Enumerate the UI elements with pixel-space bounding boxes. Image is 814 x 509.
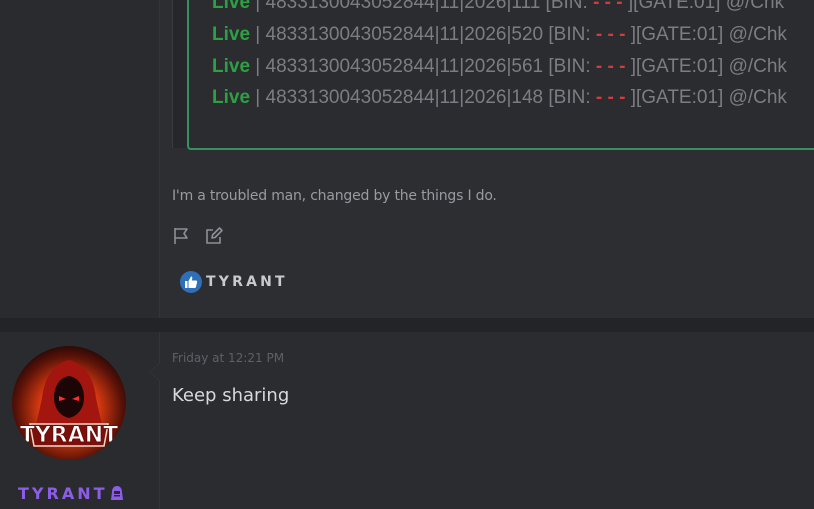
code-text: | 4833130043052844|11|2026|561 [BIN: bbox=[250, 56, 596, 77]
post-message: Keep sharing bbox=[172, 385, 290, 406]
code-line: Live | 4833130043052844|11|2026|148 [BIN… bbox=[212, 87, 787, 109]
flag-icon bbox=[174, 228, 188, 244]
avatar-logo-text: TYRANT bbox=[20, 423, 118, 448]
reaction-bar[interactable]: TYRANT bbox=[180, 271, 288, 293]
bin-dashes: - - - bbox=[593, 0, 623, 13]
code-line: Live | 4833130043052844|11|2026|111 [BIN… bbox=[212, 0, 784, 14]
code-text: ][GATE:01] @/Chk bbox=[622, 0, 785, 13]
live-status: Live bbox=[212, 24, 251, 45]
hooded-avatar-image: TYRANT bbox=[19, 360, 119, 449]
bin-dashes: - - - bbox=[595, 24, 626, 45]
edit-icon bbox=[206, 227, 223, 244]
edit-button[interactable] bbox=[204, 226, 224, 246]
report-button[interactable] bbox=[172, 226, 192, 246]
post-user-column bbox=[0, 0, 160, 318]
code-line: Live | 4833130043052844|11|2026|561 [BIN… bbox=[212, 56, 787, 78]
code-text: | 4833130043052844|11|2026|111 [BIN: bbox=[250, 0, 594, 13]
code-text: | 4833130043052844|11|2026|520 [BIN: bbox=[250, 24, 596, 45]
post-content: Live | 4833130043052844|11|2026|111 [BIN… bbox=[160, 0, 814, 318]
message-arrow-inner bbox=[150, 363, 160, 381]
user-signature: I'm a troubled man, changed by the thing… bbox=[172, 188, 497, 204]
post-previous: Live | 4833130043052844|11|2026|111 [BIN… bbox=[0, 0, 814, 318]
thumbs-up-icon bbox=[180, 271, 202, 293]
username[interactable]: TYRANT bbox=[18, 484, 125, 503]
live-status: Live bbox=[212, 0, 251, 13]
code-block: Live | 4833130043052844|11|2026|111 [BIN… bbox=[187, 0, 814, 150]
bin-dashes: - - - bbox=[595, 56, 626, 77]
code-line: Live | 4833130043052844|11|2026|520 [BIN… bbox=[212, 24, 787, 46]
live-status: Live bbox=[212, 56, 251, 77]
reaction-user[interactable]: TYRANT bbox=[206, 274, 288, 290]
bin-dashes: - - - bbox=[595, 87, 626, 108]
post-content: Friday at 12:21 PM Keep sharing bbox=[149, 332, 814, 509]
code-text: ][GATE:01] @/Chk bbox=[625, 24, 787, 45]
code-text: | 4833130043052844|11|2026|148 [BIN: bbox=[250, 87, 596, 108]
post-user-column: TYRANT TYRANT bbox=[0, 332, 160, 509]
username-text[interactable]: TYRANT bbox=[18, 484, 108, 503]
post: TYRANT TYRANT Friday at 12:21 PM Keep sh… bbox=[0, 332, 814, 509]
avatar[interactable]: TYRANT bbox=[12, 346, 126, 460]
code-text: ][GATE:01] @/Chk bbox=[625, 87, 787, 108]
live-status: Live bbox=[212, 87, 251, 108]
post-divider bbox=[0, 318, 814, 332]
code-text: ][GATE:01] @/Chk bbox=[625, 56, 787, 77]
post-timestamp[interactable]: Friday at 12:21 PM bbox=[172, 351, 284, 365]
hooded-figure-icon bbox=[110, 486, 123, 500]
